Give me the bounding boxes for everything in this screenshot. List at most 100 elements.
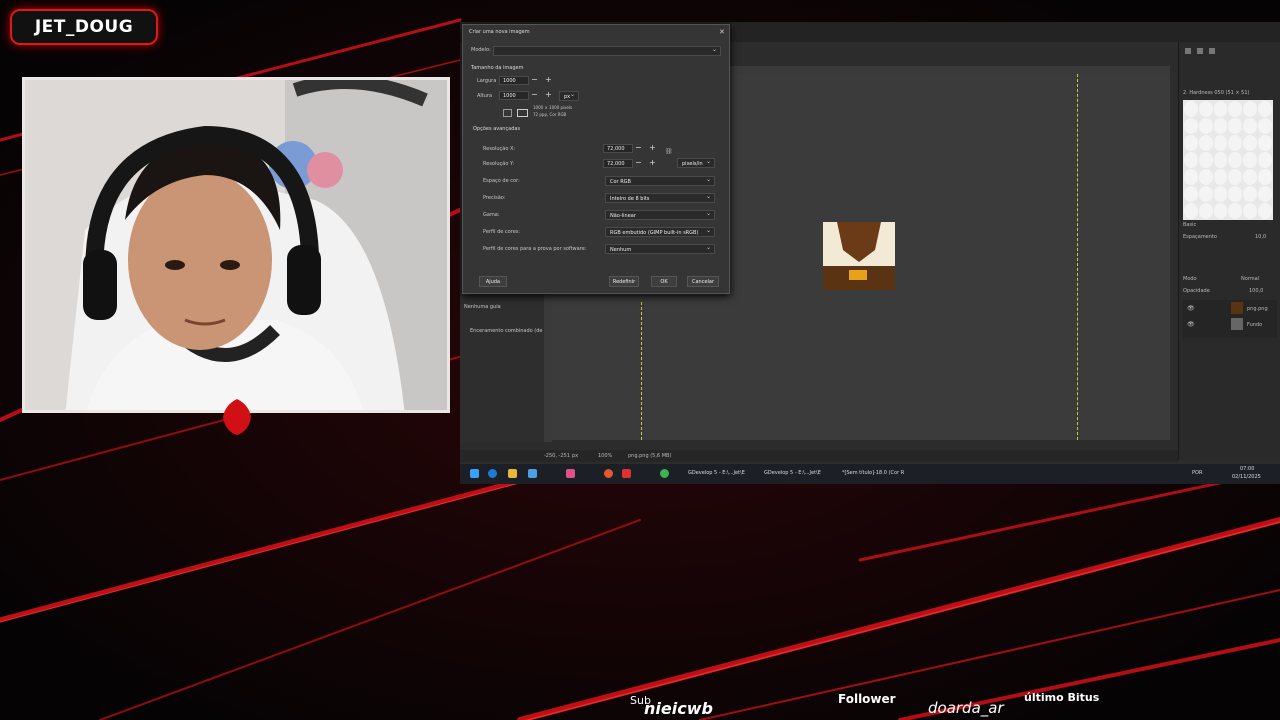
precision-select[interactable]: Inteiro de 8 bits: [605, 192, 715, 203]
spacing-label: Espaçamento: [1183, 234, 1217, 240]
ok-button[interactable]: OK: [651, 276, 677, 287]
precision-label: Precisão:: [483, 195, 506, 201]
screen-capture: Nenhuma guia Enceramento combinado (de 2…: [460, 22, 1280, 484]
file-info: png.png (5,6 MB): [628, 453, 672, 459]
windows-start-icon[interactable]: [470, 469, 479, 478]
streamer-name-badge: JET_DOUG: [10, 9, 158, 45]
unit-select[interactable]: px: [559, 90, 579, 101]
right-dock: 2. Hardness 050 (51 × 51) Basic Espaçame…: [1178, 42, 1280, 460]
windows-taskbar: GDevelop 5 - E:\...Jet\E GDevelop 5 - E:…: [460, 464, 1280, 484]
brush-name: 2. Hardness 050 (51 × 51): [1183, 90, 1250, 96]
store-icon[interactable]: [528, 469, 537, 478]
blood-splash-icon: [223, 399, 251, 435]
color-profile-label: Perfil de cores:: [483, 229, 521, 235]
color-space-select[interactable]: Cor RGB: [605, 175, 715, 186]
chrome-icon[interactable]: [660, 469, 669, 478]
left-dock: Nenhuma guia Enceramento combinado (de: [460, 292, 544, 442]
unit-select[interactable]: px: [572, 453, 578, 459]
taskbar-app-gimp[interactable]: *[Sem título]-18.0 (Cor R: [842, 470, 904, 476]
edge-icon[interactable]: [488, 469, 497, 478]
layer-thumbnail: [1231, 318, 1243, 330]
image-size-header: Tamanho da imagem: [471, 65, 524, 71]
reset-button[interactable]: Redefinir: [609, 276, 639, 287]
landscape-icon[interactable]: [517, 109, 528, 117]
webcam-feed: [22, 77, 450, 413]
brush-tab-icon[interactable]: [1185, 48, 1191, 54]
language-indicator[interactable]: POR: [1192, 470, 1202, 476]
layers-list: 👁 png.png 👁 Fundo: [1183, 300, 1277, 338]
softproof-label: Perfil de cores para a prova por softwar…: [483, 246, 587, 252]
close-icon[interactable]: ✕: [719, 28, 725, 36]
gamma-select[interactable]: Não-linear: [605, 209, 715, 220]
instagram-icon[interactable]: [566, 469, 575, 478]
width-decrease-button[interactable]: −: [531, 76, 538, 84]
spacing-value[interactable]: 10,0: [1255, 234, 1266, 240]
opacity-label: Opacidade: [1183, 288, 1210, 294]
follower-label: Follower: [838, 692, 896, 706]
color-profile-select[interactable]: RGB embutido (GIMP built-in sRGB): [605, 226, 715, 237]
create-image-dialog: Criar uma nova imagem ✕ Modelo: Tamanho …: [462, 24, 730, 294]
template-select[interactable]: [493, 45, 721, 56]
follower-name: doarda_ar: [928, 699, 1004, 717]
canvas-guide-left: [641, 302, 642, 440]
pattern-tab-icon[interactable]: [1197, 48, 1203, 54]
taskbar-date: 02/11/2025: [1232, 474, 1261, 480]
taskbar-time: 07:00: [1240, 466, 1255, 472]
resolution-y-decrease-button[interactable]: −: [635, 159, 642, 167]
height-increase-button[interactable]: +: [545, 91, 552, 99]
streamer-name: JET_DOUG: [34, 17, 134, 37]
sub-name: nieicwb: [644, 699, 713, 718]
chain-link-icon[interactable]: ⛓: [665, 148, 673, 155]
vertical-ruler: [544, 292, 552, 442]
advanced-options-header[interactable]: Opções avançadas: [473, 126, 520, 132]
brave-icon[interactable]: [622, 469, 631, 478]
layer-name-1[interactable]: png.png: [1247, 306, 1268, 312]
help-button[interactable]: Ajuda: [479, 276, 507, 287]
mode-label: Modo: [1183, 276, 1197, 282]
height-decrease-button[interactable]: −: [531, 91, 538, 99]
layer-name-2[interactable]: Fundo: [1247, 322, 1262, 328]
resolution-y-label: Resolução Y:: [483, 161, 515, 167]
dock-toolbar: [1183, 46, 1277, 56]
mode-value[interactable]: Normal: [1241, 276, 1259, 282]
brush-grid[interactable]: [1183, 100, 1273, 220]
height-label: Altura: [477, 93, 493, 99]
color-space-label: Espaço de cor:: [483, 178, 520, 184]
webcam-image: [25, 80, 447, 410]
left-dock-item-guides[interactable]: Nenhuma guia: [464, 304, 501, 310]
brush-preset-label: Basic: [1183, 222, 1197, 228]
status-bar: -250, -251 px 100% png.png (5,6 MB): [460, 450, 1178, 462]
width-increase-button[interactable]: +: [545, 76, 552, 84]
resolution-x-input[interactable]: 72,000: [603, 144, 633, 153]
size-info: 1000 × 1000 pixels: [533, 105, 573, 110]
taskbar-app-gdevelop-1[interactable]: GDevelop 5 - E:\...Jet\E: [688, 470, 745, 476]
opacity-value[interactable]: 100,0: [1249, 288, 1263, 294]
eye-icon[interactable]: 👁: [1187, 305, 1195, 312]
folder-icon[interactable]: [508, 469, 517, 478]
left-dock-item-merge[interactable]: Enceramento combinado (de: [470, 328, 543, 334]
dpi-info: 72 ppp, Cor RGB: [533, 112, 567, 117]
width-label: Largura: [477, 78, 497, 84]
height-input[interactable]: 1000: [499, 91, 529, 100]
resolution-x-decrease-button[interactable]: −: [635, 144, 642, 152]
resolution-unit-select[interactable]: pixels/in: [677, 157, 715, 168]
layer-thumbnail: [1231, 302, 1243, 314]
canvas-guide-right: [1077, 74, 1078, 440]
zoom-select[interactable]: 100%: [598, 453, 612, 459]
dialog-title: Criar uma nova imagem: [469, 29, 530, 35]
portrait-icon[interactable]: [503, 109, 512, 117]
cancel-button[interactable]: Cancelar: [687, 276, 719, 287]
eye-icon[interactable]: 👁: [1187, 321, 1195, 328]
bits-label: último Bitus: [1024, 691, 1100, 704]
font-tab-icon[interactable]: [1209, 48, 1215, 54]
softproof-select[interactable]: Nenhum: [605, 243, 715, 254]
resolution-y-input[interactable]: 72,000: [603, 159, 633, 168]
resolution-x-increase-button[interactable]: +: [649, 144, 656, 152]
resolution-x-label: Resolução X:: [483, 146, 516, 152]
width-input[interactable]: 1000: [499, 76, 529, 85]
resolution-y-increase-button[interactable]: +: [649, 159, 656, 167]
pointer-coords: -250, -251: [544, 453, 570, 459]
canvas-image: [823, 222, 895, 290]
taskbar-app-gdevelop-2[interactable]: GDevelop 5 - E:\...Jet\E: [764, 470, 821, 476]
firefox-icon[interactable]: [604, 469, 613, 478]
